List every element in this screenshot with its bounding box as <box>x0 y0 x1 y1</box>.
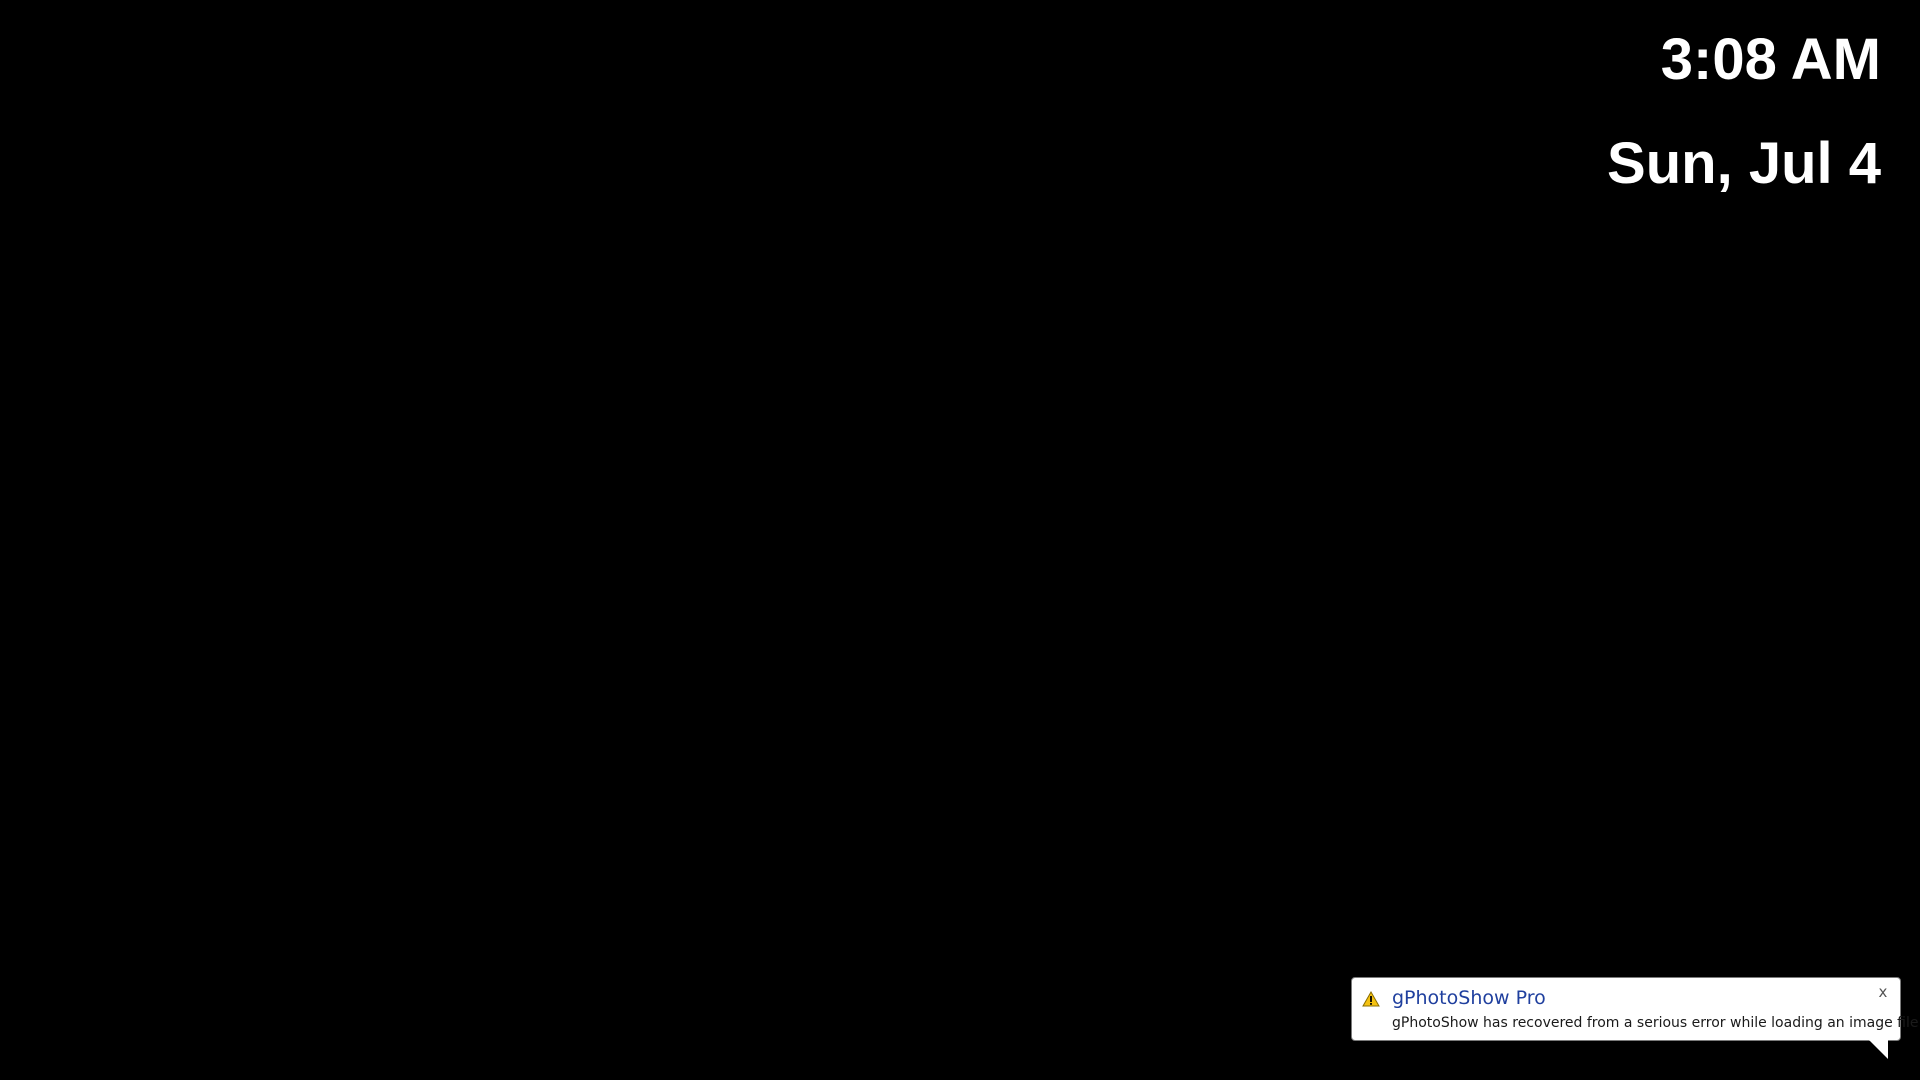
notification-message: gPhotoShow has recovered from a serious … <box>1392 1015 1919 1031</box>
notification-balloon[interactable]: gPhotoShow Pro gPhotoShow has recovered … <box>1351 977 1918 1059</box>
notification-title: gPhotoShow Pro <box>1392 987 1546 1009</box>
clock-time: 3:08 AM <box>1660 27 1881 92</box>
warning-icon <box>1362 991 1380 1007</box>
close-icon[interactable]: x <box>1875 984 1891 1000</box>
clock-date: Sun, Jul 4 <box>1607 131 1881 196</box>
screensaver-screen: 3:08 AM Sun, Jul 4 gPhotoShow Pro gPhoto… <box>0 0 1920 1080</box>
clock-widget: 3:08 AM Sun, Jul 4 <box>1607 22 1881 202</box>
balloon-tail <box>1869 1040 1888 1059</box>
